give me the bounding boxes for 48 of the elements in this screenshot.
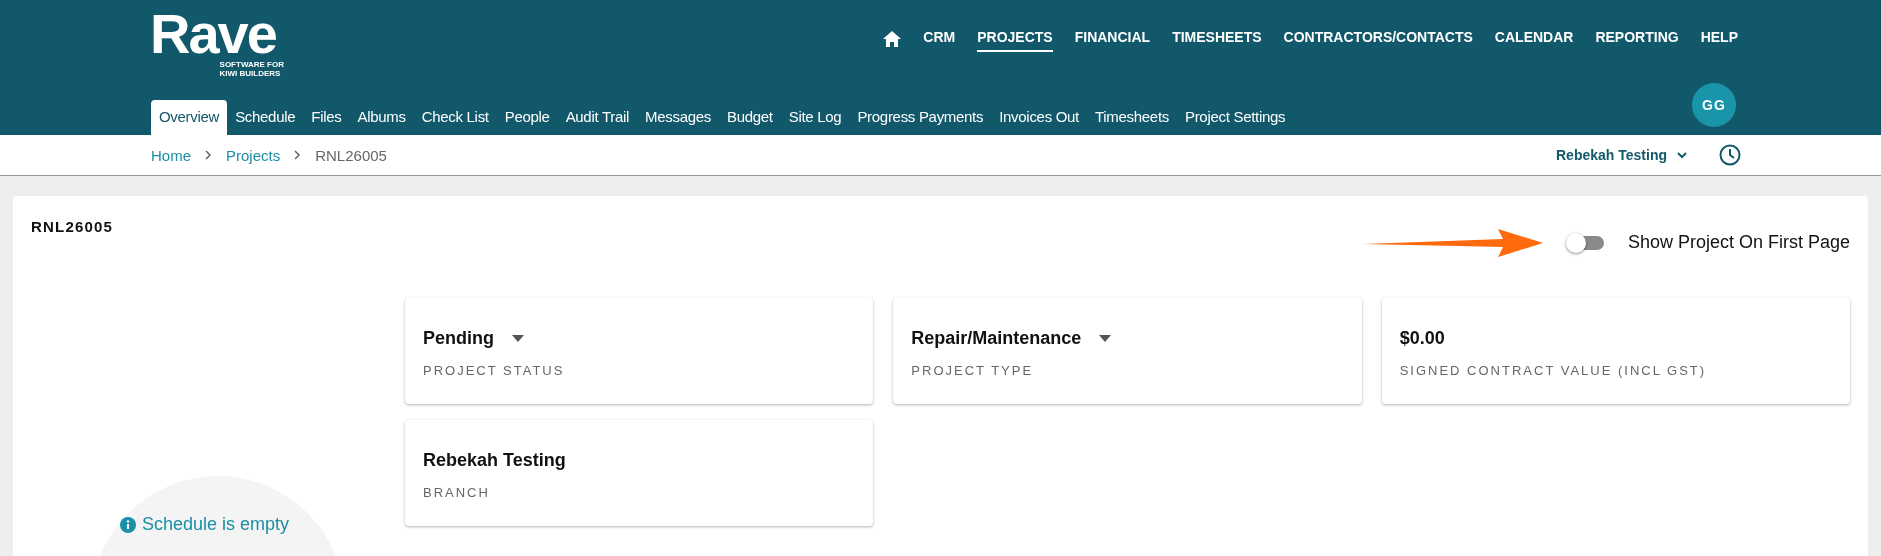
chevron-down-icon[interactable] — [1677, 151, 1687, 159]
card-label: SIGNED CONTRACT VALUE (INCL GST) — [1399, 363, 1708, 378]
user-avatar[interactable]: GG — [1692, 83, 1736, 127]
nav-link[interactable]: FINANCIAL — [1074, 25, 1151, 52]
breadcrumb-link[interactable]: Home — [151, 146, 191, 164]
info-icon — [120, 516, 136, 533]
nav-link[interactable]: REPORTING — [1595, 25, 1679, 52]
home-icon[interactable] — [883, 30, 902, 47]
tab[interactable]: Budget — [719, 100, 781, 135]
nav-link[interactable]: HELP — [1700, 25, 1738, 52]
tab[interactable]: Project Settings — [1176, 100, 1294, 135]
tab[interactable]: Invoices Out — [991, 100, 1087, 135]
card-value[interactable]: Pending — [423, 328, 494, 349]
tab[interactable]: Albums — [349, 100, 414, 135]
caret-icon[interactable] — [1099, 335, 1112, 342]
toggle-label: Show Project On First Page — [1627, 232, 1850, 253]
caret-icon[interactable] — [512, 335, 524, 342]
tab[interactable]: Files — [303, 100, 350, 135]
tab[interactable]: People — [496, 100, 558, 135]
nav-link[interactable]: CRM — [923, 25, 956, 52]
schedule-empty-message: Schedule is empty — [142, 514, 290, 535]
toggle-switch[interactable] — [1567, 235, 1604, 250]
nav-link[interactable]: TIMESHEETS — [1172, 25, 1262, 52]
logo-wordmark: Rave — [150, 8, 276, 60]
card-label: PROJECT TYPE — [911, 363, 1035, 378]
nav-link[interactable]: CALENDAR — [1494, 25, 1574, 52]
tab[interactable]: Timesheets — [1087, 100, 1177, 135]
project-code: RNL26005 — [31, 218, 114, 235]
tab[interactable]: Audit Trail — [557, 100, 638, 135]
clock-icon[interactable] — [1719, 144, 1741, 166]
tab[interactable]: Site Log — [780, 100, 850, 135]
tab[interactable]: Messages — [637, 100, 719, 135]
card-value: $0.00 — [1399, 328, 1445, 349]
card-label: PROJECT STATUS — [423, 363, 566, 378]
chevron-icon — [205, 150, 212, 160]
nav-link[interactable]: CONTRACTORS/CONTACTS — [1283, 25, 1473, 52]
card-value[interactable]: Repair/Maintenance — [911, 328, 1082, 349]
nav-link[interactable]: PROJECTS — [977, 25, 1053, 52]
tab[interactable]: Overview — [151, 100, 228, 135]
breadcrumb-link[interactable]: Projects — [226, 146, 281, 164]
card-label: BRANCH — [423, 485, 491, 500]
logo-tagline: SOFTWARE FOR KIWI BUILDERS — [219, 60, 284, 78]
chevron-icon — [294, 150, 302, 160]
tab[interactable]: Progress Payments — [849, 100, 992, 135]
card-value: Rebekah Testing — [423, 450, 566, 471]
tab[interactable]: Schedule — [227, 100, 304, 135]
tab[interactable]: Check List — [413, 100, 497, 135]
branch-selector[interactable]: Rebekah Testing — [1556, 147, 1687, 163]
